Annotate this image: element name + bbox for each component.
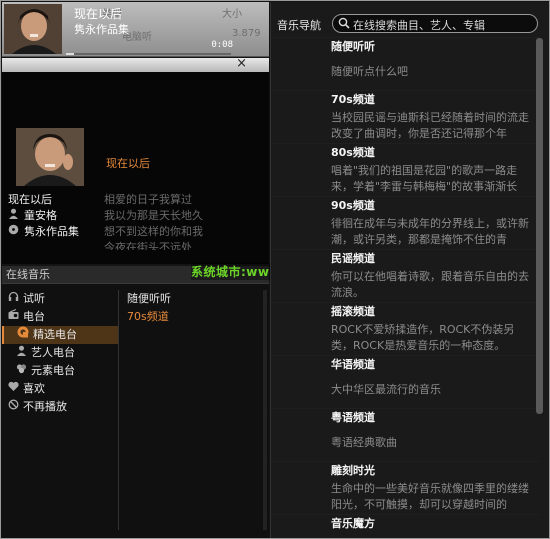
channel-entry[interactable]: 华语频道 大中华区最流行的音乐	[271, 355, 539, 408]
channel-desc: ROCK不爱矫揉造作，ROCK不伪装另类，ROCK是热爱音乐的一种态度。	[331, 323, 515, 352]
nav-label: 喜欢	[23, 382, 45, 395]
channel-list-scrollbar[interactable]	[263, 290, 267, 530]
channel-name[interactable]: 粤语频道	[271, 409, 539, 427]
navigation-topbar: 音乐导航 在线搜索曲目、艺人、专辑	[271, 12, 550, 36]
lyric-line: 想不到这样的你和我	[104, 225, 203, 238]
channel-list: 随便听听 70s频道	[118, 290, 263, 530]
featured-radio-icon	[16, 326, 30, 344]
track-song: 现在以后	[8, 192, 79, 208]
nav-item-trial-listen[interactable]: 试听	[2, 290, 118, 308]
mini-album-cover[interactable]	[4, 4, 62, 54]
channel-desc: 大中华区最流行的音乐	[331, 383, 441, 396]
mini-progress-bar[interactable]	[66, 53, 231, 55]
nav-label: 艺人电台	[31, 346, 75, 359]
block-icon	[6, 398, 20, 416]
track-album[interactable]: 隽永作品集	[8, 224, 79, 240]
channel-directory: 随便听听 随便听点什么吧 70s频道 当校园民谣与迪斯科已经随着时间的流走改变了…	[271, 37, 539, 533]
music-navigation-panel: 音乐导航 在线搜索曲目、艺人、专辑 随便听听 随便听点什么吧 70s频道 当校园…	[270, 2, 549, 538]
player-titlebar[interactable]: ×	[2, 56, 269, 72]
online-nav: 试听 电台 精选电台 艺人电台 元素电台 喜欢 不再播放	[2, 290, 118, 416]
nav-item-like[interactable]: 喜欢	[2, 380, 118, 398]
track-artist[interactable]: 童安格	[8, 208, 79, 224]
channel-desc: 徘徊在成年与未成年的分界线上，或许新潮，或许另类，那都是掩饰不住的青	[331, 217, 529, 246]
channel-name[interactable]: 80s频道	[271, 144, 539, 162]
nav-label: 精选电台	[33, 328, 77, 341]
disc-icon	[8, 224, 22, 240]
search-icon[interactable]	[338, 17, 350, 32]
channel-name[interactable]: 雕刻时光	[271, 462, 539, 480]
channel-list-item[interactable]: 随便听听	[119, 290, 263, 308]
bg-column-size: 大小	[222, 9, 242, 20]
track-info: 现在以后 童安格 隽永作品集	[8, 192, 79, 240]
element-icon	[14, 362, 28, 380]
nav-label: 元素电台	[31, 364, 75, 377]
track-album-label: 隽永作品集	[24, 225, 79, 238]
screenshot-frame: 类型 大小 3.879 电脑听 现在以后 隽永作品集 0:08 × 现在以后 相…	[0, 0, 550, 539]
lyric-line: 我以为那是天长地久	[104, 209, 203, 222]
channel-entry[interactable]: 粤语频道 粤语经典歌曲	[271, 408, 539, 461]
lyrics-area: 相爱的日子我算过 我以为那是天长地久 想不到这样的你和我 今夜在街头不远处	[104, 192, 203, 250]
player-panel: × 现在以后 相爱的日子我算过 我以为那是天长地久 想不到这样的你和我 今夜在街…	[2, 56, 269, 264]
channel-entry[interactable]: 摇滚频道 ROCK不爱矫揉造作，ROCK不伪装另类，ROCK是热爱音乐的一种态度…	[271, 302, 539, 355]
channel-name[interactable]: 随便听听	[271, 38, 539, 56]
channel-list-item-selected[interactable]: 70s频道	[119, 308, 263, 326]
lyric-line: 相爱的日子我算过	[104, 193, 192, 206]
close-icon[interactable]: ×	[236, 56, 247, 71]
nav-item-artist-radio[interactable]: 艺人电台	[2, 344, 118, 362]
nav-item-never-play[interactable]: 不再播放	[2, 398, 118, 416]
mini-player[interactable]: 类型 大小 3.879 电脑听 现在以后 隽永作品集 0:08	[2, 2, 269, 57]
channel-desc: 唱着"我们的祖国是花园"的歌声一路走来，学着"李雷与韩梅梅"的故事渐渐长	[331, 164, 518, 193]
nav-label: 试听	[23, 292, 45, 305]
mini-album-name: 隽永作品集	[74, 23, 129, 36]
player-album-art	[16, 128, 84, 186]
channel-name[interactable]: 华语频道	[271, 356, 539, 374]
navigation-scrollbar[interactable]	[536, 38, 543, 414]
nav-item-featured-radio[interactable]: 精选电台	[2, 326, 118, 344]
now-playing-title: 现在以后	[106, 157, 150, 170]
bg-size-value: 3.879	[232, 28, 261, 39]
channel-desc: 生命中的一些美好音乐就像四季里的缕缕阳光，不可触摸，却可以穿越时间的	[331, 482, 529, 511]
channel-desc: 粤语经典歌曲	[331, 436, 397, 449]
channel-entry[interactable]: 70s频道 当校园民谣与迪斯科已经随着时间的流走改变了曲调时，你是否还记得那个年	[271, 90, 539, 143]
search-placeholder: 在线搜索曲目、艺人、专辑	[353, 19, 485, 32]
radio-icon	[6, 308, 20, 326]
channel-name[interactable]: 摇滚频道	[271, 303, 539, 321]
search-box[interactable]: 在线搜索曲目、艺人、专辑	[332, 14, 538, 33]
nav-item-element-radio[interactable]: 元素电台	[2, 362, 118, 380]
headphones-icon	[6, 290, 20, 308]
person-icon	[8, 208, 22, 224]
channel-name[interactable]: 70s频道	[271, 91, 539, 109]
channel-entry[interactable]: 随便听听 随便听点什么吧	[271, 37, 539, 90]
nav-label: 不再播放	[23, 400, 67, 413]
channel-entry[interactable]: 音乐魔方	[271, 514, 539, 533]
channel-name[interactable]: 民谣频道	[271, 250, 539, 268]
mini-time: 0:08	[211, 40, 233, 50]
channel-entry[interactable]: 雕刻时光 生命中的一些美好音乐就像四季里的缕缕阳光，不可触摸，却可以穿越时间的	[271, 461, 539, 514]
nav-label: 电台	[23, 310, 45, 323]
heart-icon	[6, 380, 20, 398]
channel-entry[interactable]: 民谣频道 你可以在他唱着诗歌，跟着音乐自由的去流浪。	[271, 249, 539, 302]
online-music-panel: 在线音乐 试听 电台 精选电台 艺人电台 元素电台 喜欢 不再播放 随便听听 7…	[2, 266, 269, 538]
person-icon	[14, 344, 28, 362]
nav-item-radio[interactable]: 电台	[2, 308, 118, 326]
navigation-title: 音乐导航	[277, 19, 321, 32]
channel-desc: 当校园民谣与迪斯科已经随着时间的流走改变了曲调时，你是否还记得那个年	[331, 111, 529, 140]
mini-progress-fill	[66, 53, 75, 55]
channel-desc: 你可以在他唱着诗歌，跟着音乐自由的去流浪。	[331, 270, 529, 299]
lyric-line: 今夜在街头不远处	[104, 241, 192, 250]
channel-entry[interactable]: 80s频道 唱着"我们的祖国是花园"的歌声一路走来，学着"李雷与韩梅梅"的故事渐…	[271, 143, 539, 196]
track-artist-label: 童安格	[24, 209, 57, 222]
channel-name[interactable]: 音乐魔方	[271, 515, 539, 533]
mini-song-title: 现在以后	[74, 7, 123, 21]
track-song-label: 现在以后	[8, 193, 52, 206]
channel-entry[interactable]: 90s频道 徘徊在成年与未成年的分界线上，或许新潮，或许另类，那都是掩饰不住的青	[271, 196, 539, 249]
channel-desc: 随便听点什么吧	[331, 65, 408, 78]
channel-name[interactable]: 90s频道	[271, 197, 539, 215]
